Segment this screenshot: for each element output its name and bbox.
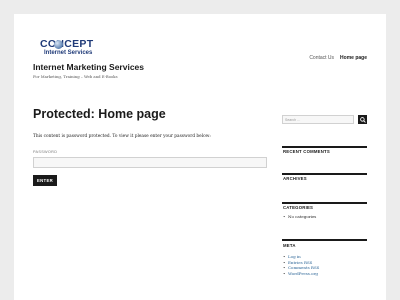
widget-title-categories: CATEGORIES [283, 205, 314, 210]
list-item: No categories [283, 214, 316, 220]
meta-link-wordpress-org[interactable]: WordPress.org [283, 271, 319, 277]
widget-title-recent-comments: RECENT COMMENTS [283, 149, 330, 154]
widget-divider [282, 173, 367, 175]
page-title: Protected: Home page [33, 107, 166, 121]
logo-tagline: Internet Services [44, 50, 93, 56]
nav-item-contact-us[interactable]: Contact Us [309, 55, 334, 61]
site-title[interactable]: Internet Marketing Services [33, 62, 144, 72]
logo-wordmark: CONCEPT [40, 38, 94, 50]
widget-title-archives: ARCHIVES [283, 176, 307, 181]
widget-divider [282, 146, 367, 148]
widget-divider [282, 239, 367, 241]
primary-nav: Contact Us Home page [309, 55, 367, 61]
password-label: PASSWORD [33, 150, 58, 154]
search-icon [359, 116, 366, 123]
site-description: For Marketing, Training – Web and E-Book… [33, 74, 118, 79]
password-input[interactable] [33, 157, 267, 168]
search-input[interactable]: Search … [282, 115, 354, 124]
protected-message: This content is password protected. To v… [33, 134, 211, 139]
page-container: CONCEPT Internet Services Internet Marke… [14, 14, 386, 300]
enter-button[interactable]: ENTER [33, 175, 57, 186]
widget-divider [282, 202, 367, 204]
nav-item-home-page[interactable]: Home page [340, 55, 367, 61]
categories-list: No categories [283, 214, 316, 220]
widget-title-meta: META [283, 243, 296, 248]
search-button[interactable] [358, 115, 367, 124]
meta-list: Log in Entries RSS Comments RSS WordPres… [283, 254, 319, 276]
globe-icon [54, 40, 63, 49]
